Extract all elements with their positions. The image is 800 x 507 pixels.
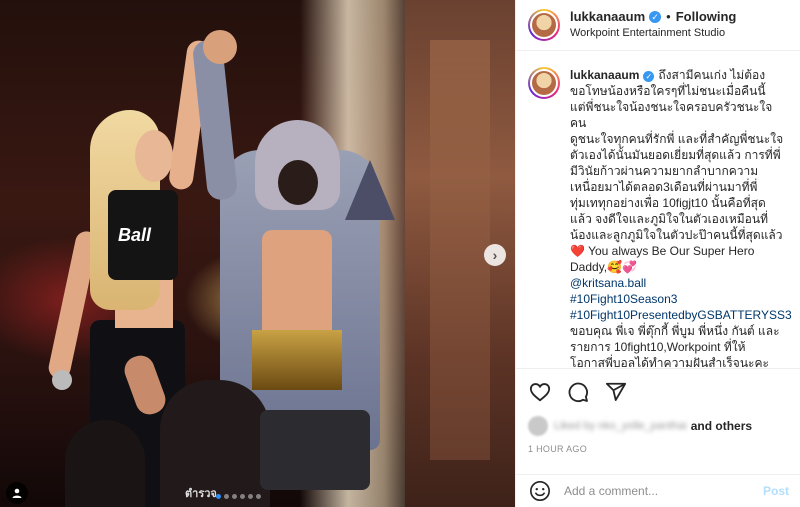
next-photo-button[interactable]: › (484, 244, 506, 266)
liker-avatar (528, 416, 548, 436)
crowd-shirt-text: ตำรวจ (185, 488, 217, 500)
comment-bar: Post (516, 474, 800, 507)
shirt-text: Ball (118, 225, 152, 245)
woman-face (135, 130, 173, 182)
caption-line: ขอบคุณ พี่เจ พี่ตุ๊กกี้ พี่บูม พี่หนึ่ง … (570, 324, 780, 338)
author-avatar[interactable] (528, 9, 560, 41)
caption-line: ตัวเองได้นั้นมันยอดเยี่ยมที่สุดแล้ว การท… (570, 148, 781, 162)
post-comment-button[interactable]: Post (763, 484, 789, 498)
comment-icon (568, 382, 588, 402)
separator: • (666, 9, 671, 24)
caption-text: lukkanaaum ✓ ถึงสามีคนเก่ง ไม่ต้อง ขอโทษน้… (570, 67, 792, 367)
caption-line: โอกาสพี่บอลได้ทำความฝันสำเร็จนะคะ (570, 356, 769, 367)
crowd-person (65, 420, 145, 507)
heart-icon (529, 382, 551, 401)
caption-heart-line: ❤️ You always Be Our Super Hero (570, 243, 786, 259)
post-timestamp[interactable]: 1 HOUR AGO (528, 444, 587, 454)
likes-summary[interactable]: Liked by nko_yolle_panthai and others (528, 414, 793, 438)
caption-avatar[interactable] (528, 67, 560, 99)
caption-line: น้องและลูกภูมิใจในตัวปะป๊าคนนี้ที่สุดแล้… (570, 228, 783, 242)
and-others-link[interactable]: and others (691, 419, 752, 433)
chevron-right-icon: › (492, 247, 498, 263)
verified-badge-icon: ✓ (649, 11, 662, 23)
fighter-face (278, 160, 318, 205)
coat-shoulder-spike (345, 160, 395, 220)
stage-panel (430, 40, 490, 460)
verified-badge-icon: ✓ (643, 71, 655, 82)
emoji-button[interactable] (528, 479, 552, 503)
liked-by-text: Liked by nko_yolle_panthai (554, 420, 687, 432)
joined-hands (203, 30, 237, 64)
mention-link[interactable]: @kritsana.ball (570, 275, 786, 291)
carousel-dot (224, 494, 229, 499)
caption-line: รายการ 10fight10,Workpoint ที่ให้ (570, 340, 746, 354)
carousel-dot (248, 494, 253, 499)
carousel-dot (240, 494, 245, 499)
post-header: lukkanaaum ✓ • Following Workpoint Enter… (516, 0, 800, 51)
like-button[interactable] (528, 380, 552, 404)
post-side-panel: lukkanaaum ✓ • Following Workpoint Enter… (515, 0, 800, 507)
caption-username[interactable]: lukkanaaum (570, 68, 639, 82)
carousel-dots (216, 494, 261, 499)
comment-button[interactable] (566, 380, 590, 404)
caption-line: แต่พี่ชนะใจน้องชนะใจครอบครัวชนะใจคน (570, 100, 773, 130)
hashtag-link[interactable]: #10Fight10PresentedbyGSBATTERYSS3 (570, 307, 792, 323)
caption-daddy-line: Daddy,🥰💞 (570, 259, 786, 275)
post-location[interactable]: Workpoint Entertainment Studio (570, 25, 736, 41)
heart-emoji: ❤️ (570, 244, 585, 258)
author-username[interactable]: lukkanaaum (570, 9, 645, 25)
post-photo[interactable]: Ball ตำรวจ › (0, 0, 515, 507)
user-tag-icon (12, 488, 22, 498)
following-button[interactable]: Following (676, 9, 737, 25)
carousel-dot (256, 494, 261, 499)
caption-line: ขอโทษน้องหรือใครๆที่ไม่ชนะเมื่อคืนนี้ (570, 84, 766, 98)
caption-line: ทุ่มเททุกอย่างเพื่อ 10figjt10 นั้นคือที่… (570, 196, 766, 210)
caption-line: มีวินัยก้าวผ่านความยากลำบากความ (570, 164, 759, 178)
caption-line: เหนื่อยมาได้ตลอด3เดือนที่ผ่านมาที่พี่ (570, 180, 758, 194)
caption-line: แล้ว จงดีใจและภูมิใจในตัวเองเหมือนที่ (570, 212, 768, 226)
comment-input[interactable] (564, 484, 763, 498)
caption-line: ถึงสามีคนเก่ง ไม่ต้อง (658, 68, 766, 82)
microphone (52, 370, 72, 390)
carousel-dot (232, 494, 237, 499)
caption-line: ดูชนะใจทุกคนที่รักพี่ และที่สำคัญพี่ชนะใ… (570, 132, 784, 146)
caption-line: You always Be Our Super Hero (584, 244, 755, 258)
smile-hearts-emoji: 🥰💞 (607, 260, 638, 274)
emoji-icon (530, 481, 550, 501)
tv-camera (260, 410, 370, 490)
action-bar (516, 368, 800, 414)
caption-line: Daddy, (570, 260, 608, 274)
share-icon (605, 382, 627, 401)
fighter-belt (252, 330, 342, 390)
user-tags-button[interactable] (6, 482, 28, 504)
hashtag-link[interactable]: #10Fight10Season3 (570, 291, 786, 307)
caption-area: lukkanaaum ✓ ถึงสามีคนเก่ง ไม่ต้อง ขอโทษน้… (516, 51, 800, 367)
fighter-chest (262, 230, 332, 340)
instagram-post: Ball ตำรวจ › lukkanaaum ✓ • Following Wo… (0, 0, 800, 507)
carousel-dot (216, 494, 221, 499)
share-button[interactable] (604, 380, 628, 404)
